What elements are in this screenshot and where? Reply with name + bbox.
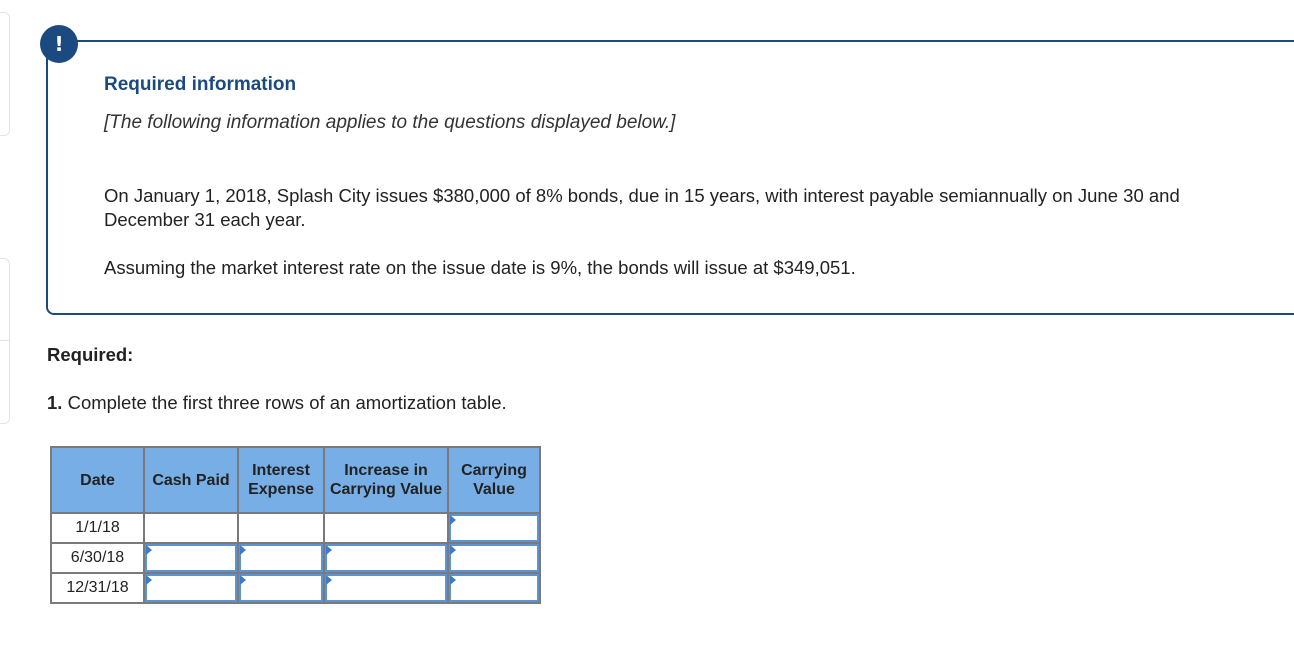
increase-carrying-value-input[interactable] bbox=[325, 574, 447, 602]
input-flag-icon bbox=[450, 575, 456, 585]
input-flag-icon bbox=[450, 515, 456, 525]
increase-cell bbox=[323, 542, 449, 574]
header-interest-expense: Interest Expense bbox=[237, 446, 325, 514]
question-1: 1. Complete the first three rows of an a… bbox=[47, 392, 507, 414]
table-row: 6/30/18 bbox=[50, 542, 541, 574]
info-paragraph-bond-issue: On January 1, 2018, Splash City issues $… bbox=[104, 185, 1180, 230]
header-date: Date bbox=[50, 446, 145, 514]
info-title: Required information bbox=[104, 74, 297, 95]
carrying-value-input[interactable] bbox=[449, 544, 539, 572]
input-flag-icon bbox=[450, 545, 456, 555]
header-cash-paid: Cash Paid bbox=[143, 446, 239, 514]
input-flag-icon bbox=[146, 545, 152, 555]
cash-paid-input[interactable] bbox=[145, 574, 237, 602]
cash-paid-cell-blank bbox=[143, 512, 239, 544]
cash-paid-cell bbox=[143, 542, 239, 574]
carrying-value-cell bbox=[447, 542, 541, 574]
question-number: 1. bbox=[47, 392, 63, 413]
row-date: 6/30/18 bbox=[50, 542, 145, 574]
increase-cell bbox=[323, 572, 449, 604]
amortization-table: Date Cash Paid Interest Expense Increase… bbox=[50, 446, 541, 604]
info-paragraph-market-rate: Assuming the market interest rate on the… bbox=[104, 257, 856, 278]
input-flag-icon bbox=[240, 545, 246, 555]
input-flag-icon bbox=[146, 575, 152, 585]
row-date: 12/31/18 bbox=[50, 572, 145, 604]
info-subtitle: [The following information applies to th… bbox=[104, 112, 676, 133]
carrying-value-input[interactable] bbox=[449, 514, 539, 542]
cash-paid-input[interactable] bbox=[145, 544, 237, 572]
input-flag-icon bbox=[326, 545, 332, 555]
interest-expense-cell bbox=[237, 542, 325, 574]
row-date: 1/1/18 bbox=[50, 512, 145, 544]
interest-expense-cell-blank bbox=[237, 512, 325, 544]
alert-icon: ! bbox=[40, 25, 78, 63]
carrying-value-cell bbox=[447, 572, 541, 604]
interest-expense-input[interactable] bbox=[239, 544, 323, 572]
header-carrying-value: Carrying Value bbox=[447, 446, 541, 514]
carrying-value-input[interactable] bbox=[449, 574, 539, 602]
table-row: 12/31/18 bbox=[50, 572, 541, 604]
table-row: 1/1/18 bbox=[50, 512, 541, 544]
input-flag-icon bbox=[240, 575, 246, 585]
required-label: Required: bbox=[47, 344, 134, 365]
interest-expense-cell bbox=[237, 572, 325, 604]
side-panel-divider bbox=[0, 340, 10, 341]
table-header-row: Date Cash Paid Interest Expense Increase… bbox=[50, 446, 541, 514]
carrying-value-cell bbox=[447, 512, 541, 544]
question-text: Complete the first three rows of an amor… bbox=[62, 392, 507, 413]
side-panel-card-top bbox=[0, 12, 10, 136]
side-panel-card-bottom bbox=[0, 258, 10, 424]
increase-carrying-value-input[interactable] bbox=[325, 544, 447, 572]
input-flag-icon bbox=[326, 575, 332, 585]
cash-paid-cell bbox=[143, 572, 239, 604]
increase-cell-blank bbox=[323, 512, 449, 544]
header-increase-carrying-value: Increase in Carrying Value bbox=[323, 446, 449, 514]
interest-expense-input[interactable] bbox=[239, 574, 323, 602]
